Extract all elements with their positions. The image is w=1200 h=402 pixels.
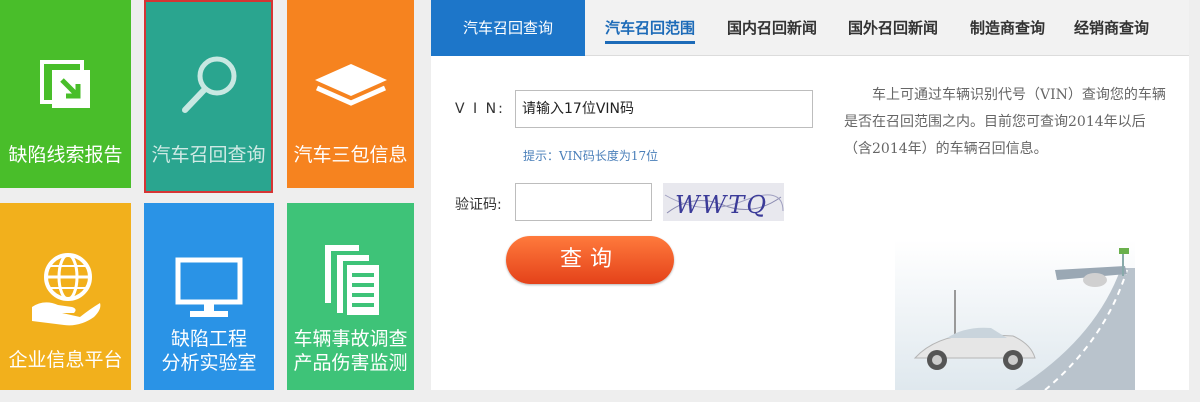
tab-dealer-query[interactable]: 经销商查询 bbox=[1074, 17, 1149, 38]
tab-domestic-news[interactable]: 国内召回新闻 bbox=[727, 17, 817, 38]
globe-hand-icon bbox=[0, 249, 131, 329]
captcha-input[interactable] bbox=[515, 183, 652, 221]
tab-recall-scope[interactable]: 汽车召回范围 bbox=[605, 17, 696, 44]
tile-recall-query[interactable]: 汽车召回查询 bbox=[144, 0, 273, 193]
tile-label: 汽车召回查询 bbox=[151, 144, 266, 166]
captcha-label: 验证码: bbox=[455, 197, 502, 213]
vin-label: V I N: bbox=[455, 101, 505, 117]
monitor-icon bbox=[144, 257, 274, 319]
tab-recall-query[interactable]: 汽车召回查询 bbox=[431, 0, 585, 56]
captcha-text: WWTQ bbox=[675, 191, 768, 219]
tile-label: 缺陷线索报告 bbox=[8, 144, 123, 166]
tile-defect-report[interactable]: 缺陷线索报告 bbox=[0, 0, 131, 188]
report-icon bbox=[0, 58, 131, 114]
tile-label: 汽车三包信息 bbox=[293, 144, 408, 166]
tile-defect-lab[interactable]: 缺陷工程 分析实验室 bbox=[144, 203, 274, 390]
captcha-image[interactable]: WWTQ bbox=[663, 183, 784, 221]
tile-enterprise-platform[interactable]: 企业信息平台 bbox=[0, 203, 131, 390]
vin-description: 车上可通过车辆识别代号（VIN）查询您的车辆是否在召回范围之内。目前您可查询20… bbox=[844, 87, 1166, 157]
tab-manufacturer-query[interactable]: 制造商查询 bbox=[970, 17, 1045, 38]
tile-label-line1: 车辆事故调查 bbox=[293, 328, 408, 350]
tile-accident-survey[interactable]: 车辆事故调查 产品伤害监测 bbox=[287, 203, 414, 390]
tile-three-guarantees[interactable]: 汽车三包信息 bbox=[287, 0, 414, 188]
tile-label-line2: 分析实验室 bbox=[161, 352, 257, 374]
documents-icon bbox=[287, 241, 414, 317]
vin-hint: 提示：VIN码长度为17位 bbox=[523, 149, 659, 163]
layers-icon bbox=[287, 62, 414, 112]
query-button[interactable]: 查询 bbox=[506, 236, 674, 284]
car-road-illustration bbox=[895, 240, 1135, 391]
tab-foreign-news[interactable]: 国外召回新闻 bbox=[848, 17, 938, 38]
tile-label: 企业信息平台 bbox=[8, 349, 123, 371]
tile-label-line2: 产品伤害监测 bbox=[293, 352, 408, 374]
tab-bar: 汽车召回查询 汽车召回范围 国内召回新闻 国外召回新闻 制造商查询 经销商查询 bbox=[431, 0, 1189, 56]
vin-input[interactable]: 请输入17位VIN码 bbox=[515, 90, 813, 128]
magnifier-icon bbox=[146, 52, 271, 116]
tile-label-line1: 缺陷工程 bbox=[170, 328, 247, 350]
